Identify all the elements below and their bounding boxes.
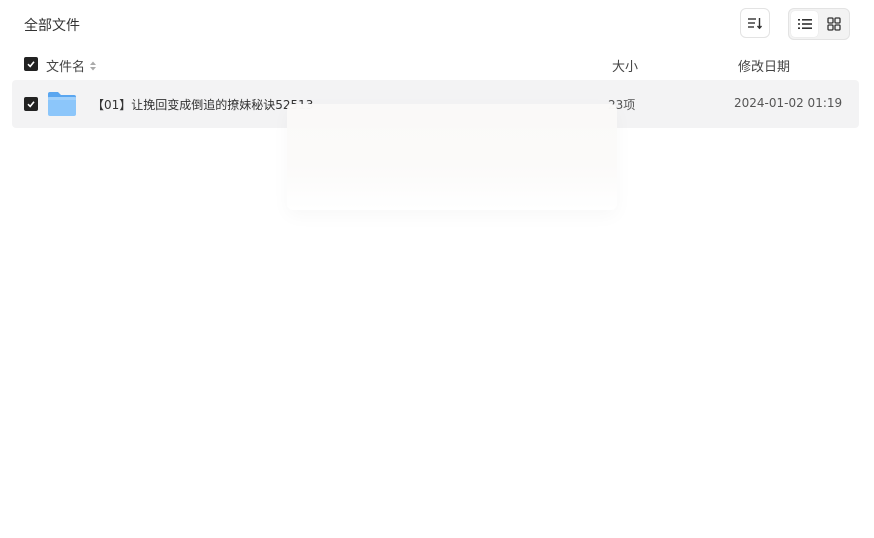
folder-icon	[48, 92, 76, 116]
list-view-button[interactable]	[791, 11, 818, 37]
grid-view-button[interactable]	[820, 11, 847, 37]
check-icon	[27, 61, 35, 68]
column-size-header[interactable]: 大小	[612, 56, 638, 75]
row-checkbox[interactable]	[24, 97, 38, 111]
file-name[interactable]: 【01】让挽回变成倒追的撩妹秘诀52513	[92, 96, 313, 113]
toolbar: 全部文件	[0, 0, 874, 48]
file-date: 2024-01-02 01:19	[734, 96, 843, 110]
sort-toggle-icon	[90, 61, 97, 70]
select-all-checkbox[interactable]	[24, 57, 38, 71]
grid-view-icon	[826, 17, 841, 31]
view-toggle	[788, 8, 850, 40]
column-date-header[interactable]: 修改日期	[738, 56, 790, 75]
check-icon	[27, 101, 35, 108]
list-view-icon	[797, 19, 812, 29]
sort-icon	[748, 18, 763, 30]
table-header: 文件名 大小 修改日期	[12, 48, 859, 80]
column-name-label: 文件名	[46, 60, 86, 75]
sort-button[interactable]	[740, 8, 770, 38]
column-name-header[interactable]: 文件名	[46, 56, 97, 75]
page-title: 全部文件	[24, 18, 80, 34]
hover-overlay	[287, 104, 617, 210]
